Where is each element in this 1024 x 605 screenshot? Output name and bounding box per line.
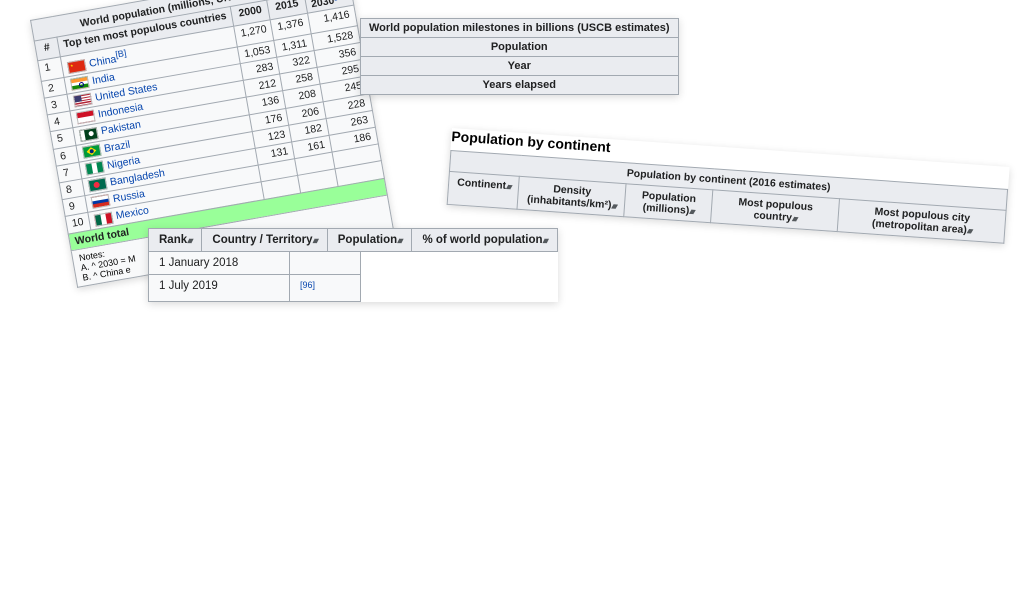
flag-icon — [93, 212, 113, 227]
h-pop[interactable]: Population — [327, 229, 412, 252]
ms-year-label: Year — [361, 57, 679, 76]
flag-icon — [73, 93, 93, 108]
ms-elapsed-label: Years elapsed — [361, 76, 679, 95]
flag-icon — [76, 110, 96, 125]
ms-pop-label: Population — [361, 38, 679, 57]
rank-table: Rank Country / Territory Population % of… — [148, 228, 558, 302]
country-link[interactable]: China — [88, 53, 117, 70]
h-rank[interactable]: Rank — [149, 229, 202, 252]
milestones-caption: World population milestones in billions … — [361, 19, 679, 38]
flag-icon — [87, 178, 107, 193]
h-cont[interactable]: Continent — [447, 171, 519, 209]
extra-date-b: 1 July 2019 — [149, 275, 290, 302]
country-link[interactable]: India — [91, 71, 116, 87]
flag-icon — [70, 76, 90, 91]
h-cpop[interactable]: Population (millions) — [624, 184, 713, 223]
country-link[interactable]: Brazil — [103, 138, 131, 154]
flag-icon — [81, 144, 101, 159]
extra-date-a: 1 January 2018 — [149, 252, 290, 275]
continent-section: Population by continent Population by co… — [447, 128, 1010, 244]
flag-icon — [67, 59, 87, 74]
flag-icon — [84, 161, 104, 176]
flag-icon — [78, 127, 98, 142]
h-pct[interactable]: % of world population — [412, 229, 557, 252]
milestones-table: World population milestones in billions … — [360, 18, 679, 95]
flag-icon — [90, 195, 110, 210]
h-density[interactable]: Density (inhabitants/km²) — [517, 176, 626, 216]
extra-ref[interactable]: [96] — [290, 275, 361, 302]
h-country[interactable]: Country / Territory — [202, 229, 327, 252]
